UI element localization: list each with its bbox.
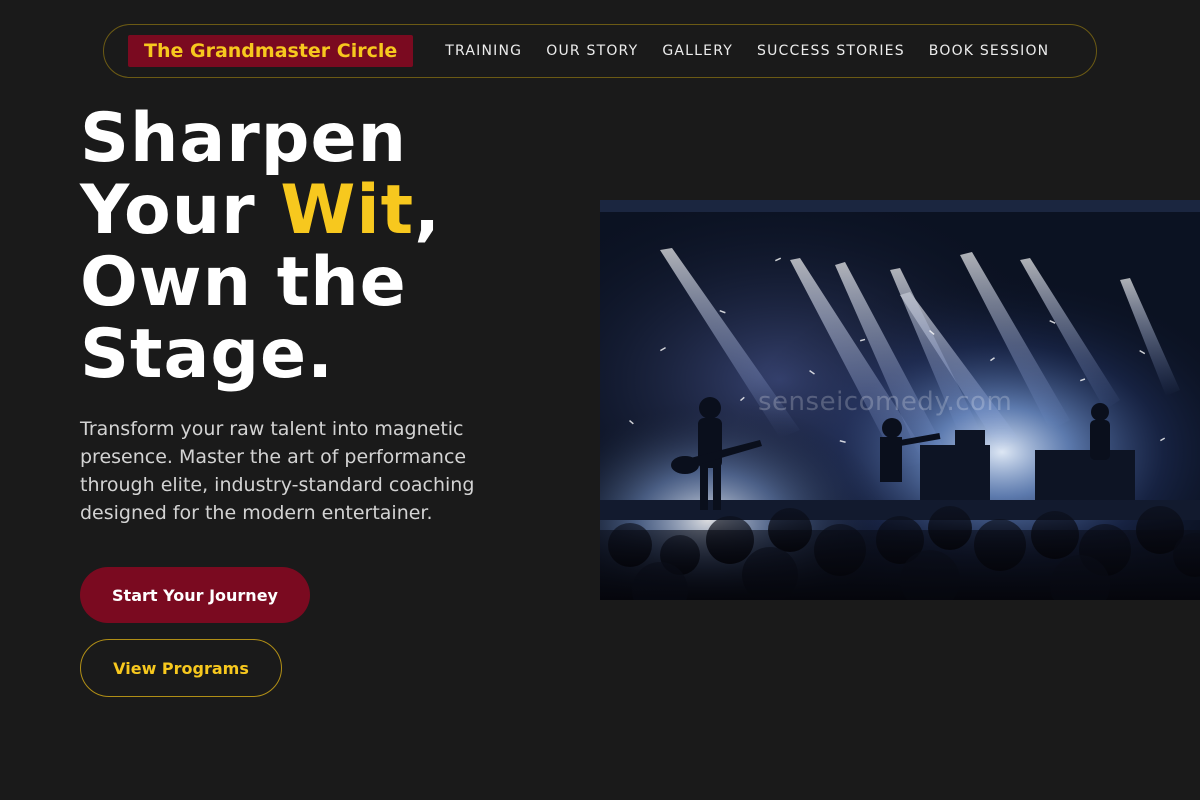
nav-link-gallery[interactable]: GALLERY [662,41,733,61]
nav-link-book-session[interactable]: BOOK SESSION [929,41,1050,61]
start-journey-button[interactable]: Start Your Journey [80,567,310,623]
stage-truss [600,200,1200,212]
image-watermark: senseicomedy.com [758,387,1013,417]
nav-link-success-stories[interactable]: SUCCESS STORIES [757,41,905,61]
nav-link-training[interactable]: TRAINING [445,41,522,61]
concert-stage-image: senseicomedy.com [600,200,1200,600]
landing-page: The Grandmaster Circle TRAINING OUR STOR… [0,0,1200,800]
nav-links: TRAINING OUR STORY GALLERY SUCCESS STORI… [445,41,1049,61]
brand-logo[interactable]: The Grandmaster Circle [128,35,414,67]
hero-headline: Sharpen Your Wit, Own the Stage. [80,103,580,391]
nav-link-our-story[interactable]: OUR STORY [546,41,638,61]
top-navigation: The Grandmaster Circle TRAINING OUR STOR… [103,24,1097,78]
view-programs-button[interactable]: View Programs [80,639,282,697]
headline-accent-word: Wit [280,171,415,250]
hero-subtitle: Transform your raw talent into magnetic … [80,418,475,524]
